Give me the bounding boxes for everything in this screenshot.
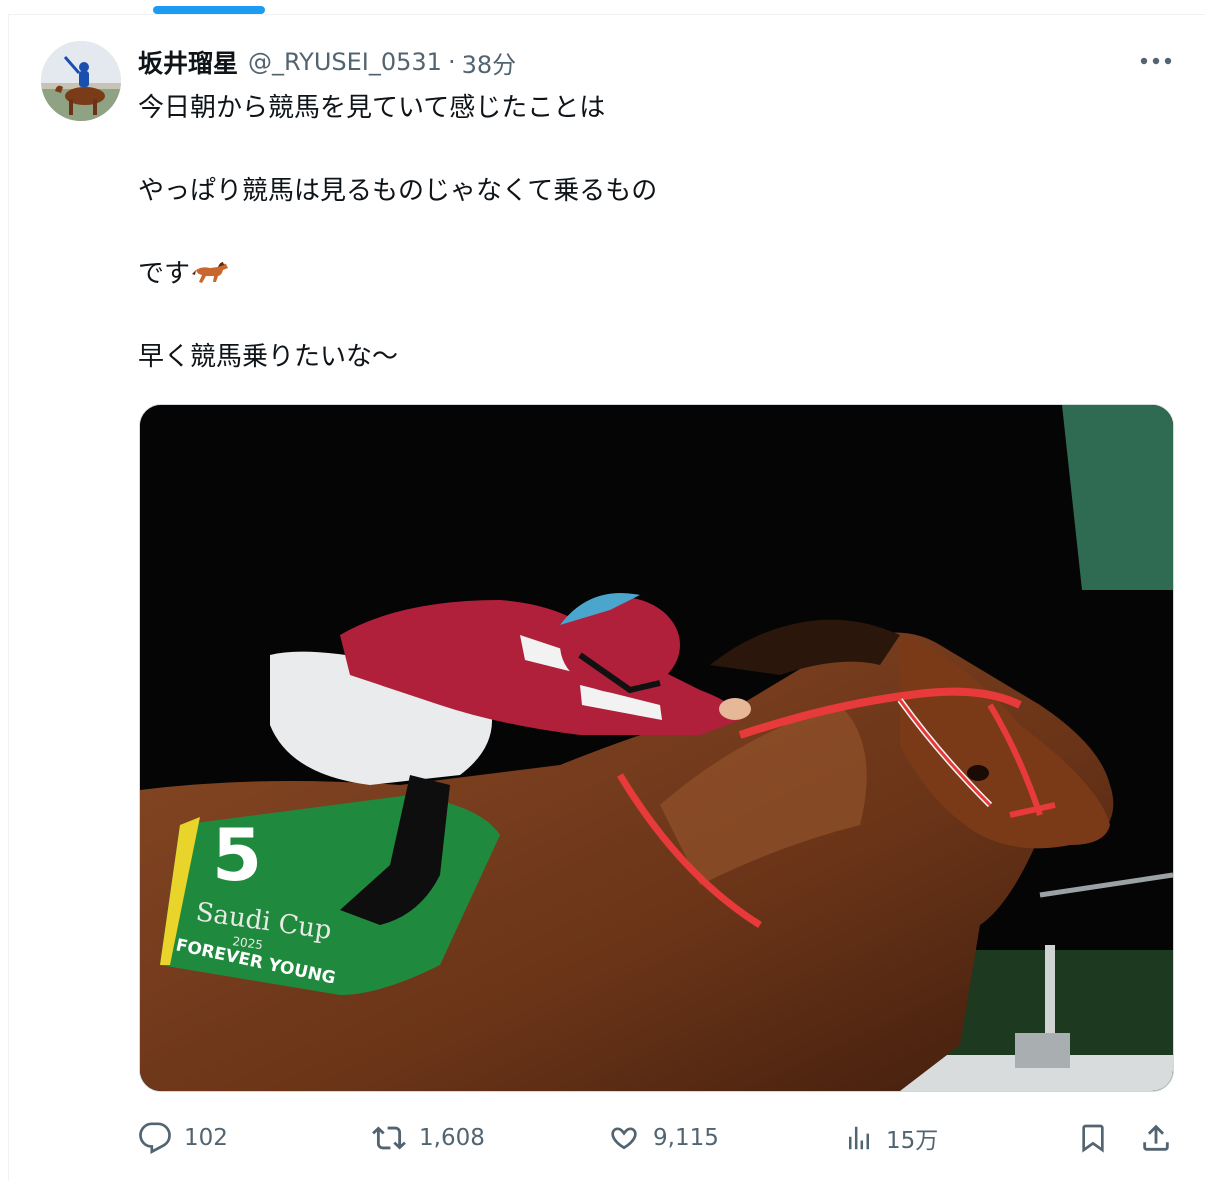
tweet-text-segment: です	[138, 259, 191, 289]
author-name[interactable]: 坂井瑠星	[138, 44, 238, 80]
saddle-number: 5	[212, 813, 262, 897]
tweet-text-line: です	[138, 254, 1158, 295]
tweet-text-line: 早く競馬乗りたいな〜	[138, 342, 399, 372]
racehorse-photo: 5 Saudi Cup 2025 FOREVER YOUNG	[140, 405, 1173, 1091]
separator-dot: ·	[447, 48, 456, 76]
more-button[interactable]	[1136, 48, 1176, 74]
reply-button[interactable]: 102	[138, 1116, 228, 1160]
timestamp[interactable]: 38分	[462, 45, 517, 80]
repost-button[interactable]: 1,608	[371, 1116, 485, 1160]
reply-count: 102	[184, 1125, 228, 1151]
tweet-text-line: 今日朝から競馬を見ていて感じたことは	[138, 93, 606, 123]
reply-icon	[139, 1122, 171, 1154]
repost-icon	[372, 1126, 406, 1150]
horse-icon	[192, 258, 230, 301]
tweet-header: 坂井瑠星 @_RYUSEI_0531 · 38分	[138, 42, 516, 82]
bookmark-button[interactable]	[1077, 1116, 1121, 1160]
like-count: 9,115	[653, 1125, 719, 1151]
bookmark-icon	[1082, 1124, 1104, 1153]
avatar-photo	[41, 41, 121, 121]
views-button[interactable]: 15万	[844, 1116, 938, 1160]
like-button[interactable]: 9,115	[607, 1116, 719, 1160]
active-tab-indicator	[153, 6, 265, 14]
avatar[interactable]	[41, 41, 121, 121]
divider	[8, 14, 1205, 15]
share-button[interactable]	[1139, 1116, 1185, 1160]
author-handle[interactable]: @_RYUSEI_0531	[248, 48, 442, 76]
tweet-photo[interactable]: 5 Saudi Cup 2025 FOREVER YOUNG	[139, 404, 1174, 1092]
divider	[8, 14, 9, 1181]
heart-icon	[611, 1127, 637, 1150]
share-icon	[1143, 1124, 1169, 1151]
views-chart-icon	[849, 1126, 869, 1150]
tweet-actions: 102 1,608 9,115 15万	[0, 1116, 1205, 1160]
repost-count: 1,608	[419, 1125, 485, 1151]
tweet-text: 今日朝から競馬を見ていて感じたことは やっぱり競馬は見るものじゃなくて乗るもの …	[138, 88, 1158, 378]
tweet-text-line: やっぱり競馬は見るものじゃなくて乗るもの	[138, 176, 658, 206]
more-horizontal-icon	[1140, 57, 1172, 65]
views-count: 15万	[886, 1128, 939, 1154]
